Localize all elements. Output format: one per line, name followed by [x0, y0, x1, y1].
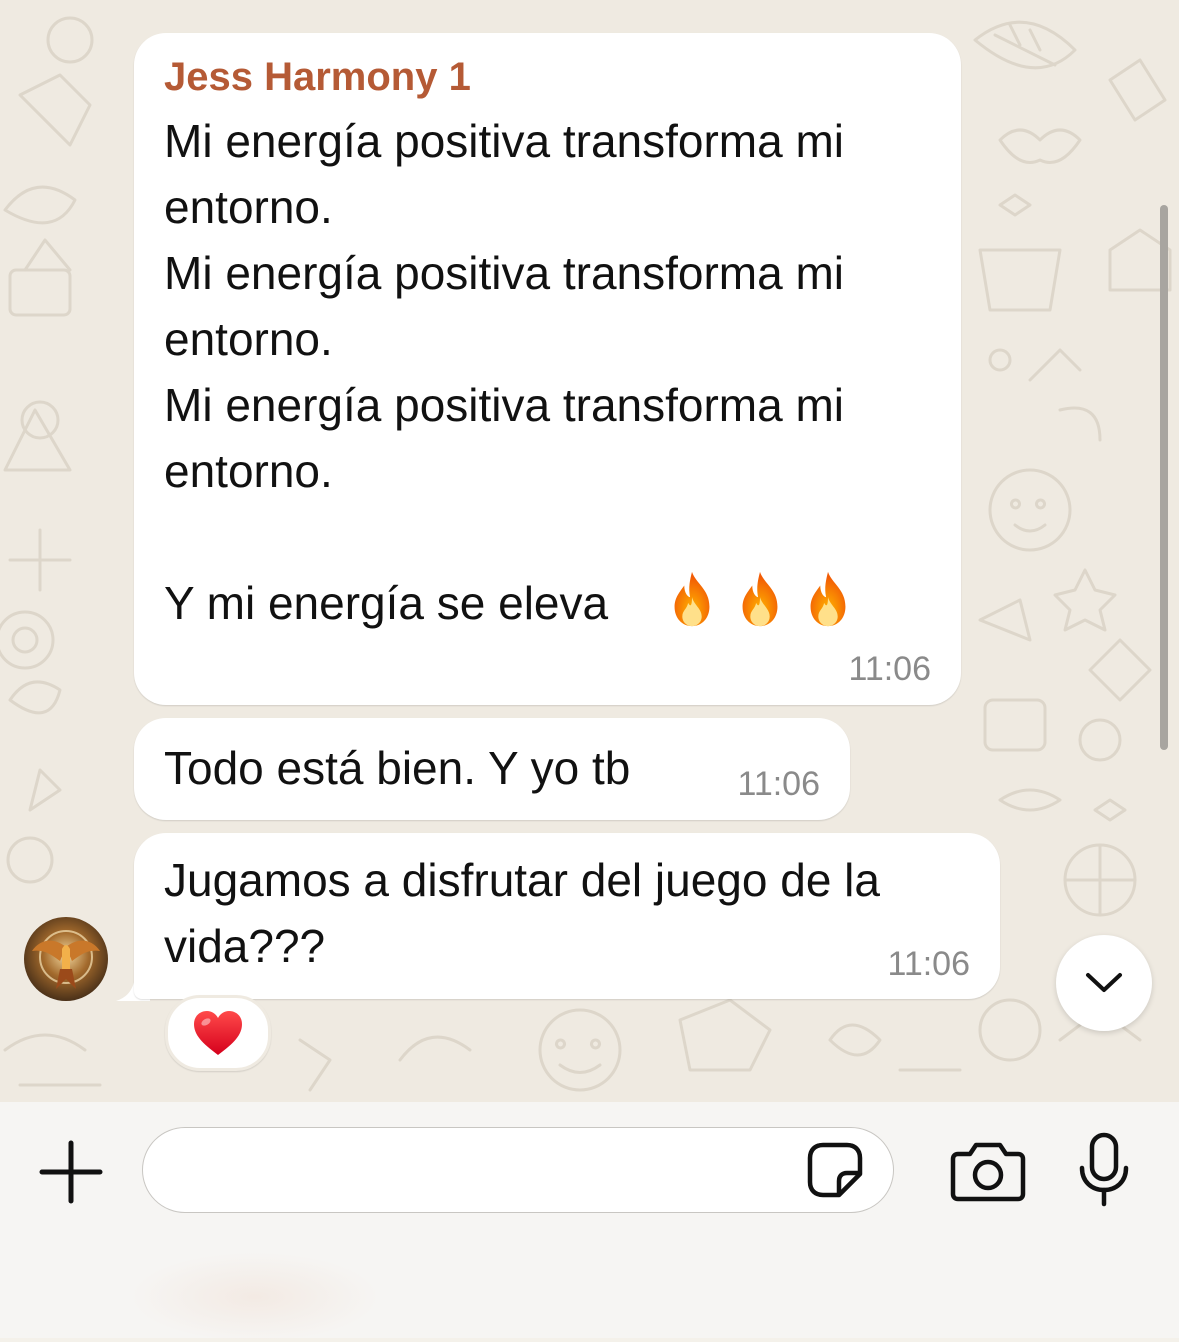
fire-icon — [742, 571, 778, 627]
message-text: Mi energía positiva transforma mi entorn… — [164, 115, 845, 629]
message-bubble[interactable]: Jugamos a disfrutar del juego de la vida… — [134, 833, 1000, 999]
sender-name[interactable]: Jess Harmony 1 — [164, 53, 471, 101]
avatar[interactable] — [24, 917, 108, 1001]
camera-icon[interactable] — [950, 1140, 1026, 1202]
chevron-down-icon — [1086, 973, 1122, 992]
background-blur — [130, 1252, 380, 1342]
message-timestamp: 11:06 — [737, 765, 820, 803]
message-text: Jugamos a disfrutar del juego de la vida… — [164, 854, 893, 972]
message-bubble[interactable]: Todo está bien. Y yo tb 11:06 — [134, 718, 850, 820]
composer-bar — [0, 1102, 1179, 1342]
chat-area[interactable]: Jess Harmony 1 Mi energía positiva trans… — [0, 0, 1179, 1102]
fire-icon — [810, 571, 846, 627]
message-text: Todo está bien. Y yo tb — [164, 742, 631, 794]
message-bubble[interactable]: Jess Harmony 1 Mi energía positiva trans… — [134, 33, 961, 705]
message-timestamp: 11:06 — [887, 945, 970, 983]
reaction-badge[interactable] — [165, 995, 271, 1071]
microphone-icon[interactable] — [1076, 1132, 1132, 1208]
phoenix-avatar-image — [24, 917, 108, 1001]
message-timestamp: 11:06 — [848, 650, 931, 688]
red-heart-icon — [194, 1011, 242, 1055]
emoji-group — [661, 566, 859, 632]
plus-icon[interactable] — [36, 1137, 106, 1207]
scroll-to-bottom-button[interactable] — [1056, 935, 1152, 1031]
fire-icon — [674, 571, 710, 627]
scrollbar[interactable] — [1160, 205, 1168, 750]
sticker-icon[interactable] — [805, 1140, 865, 1200]
message-input[interactable] — [142, 1127, 894, 1213]
